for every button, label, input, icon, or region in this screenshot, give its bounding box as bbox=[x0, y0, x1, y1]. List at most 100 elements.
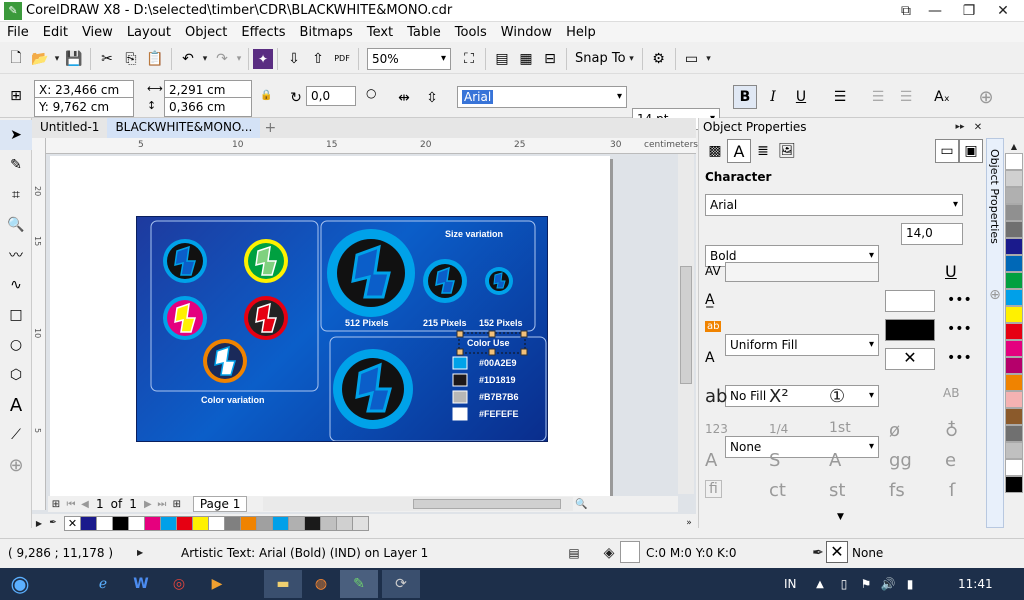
horizontal-scroll-thumb[interactable] bbox=[413, 499, 562, 509]
panel-close-icon[interactable]: ✕ bbox=[971, 120, 985, 134]
drawing-canvas-area[interactable]: 5 10 15 20 25 30 centimeters 20 15 10 5 bbox=[32, 138, 698, 528]
panel-font-size-field[interactable]: 14,0 bbox=[901, 223, 963, 245]
artistic-media-tool-icon[interactable]: ∿ bbox=[0, 270, 32, 300]
show-grid-icon[interactable]: ▦ bbox=[514, 47, 538, 71]
palette-swatch[interactable] bbox=[128, 515, 145, 531]
drop-cap-icon[interactable]: ☰ bbox=[894, 85, 918, 109]
edit-text-icon[interactable]: Aₓ bbox=[930, 85, 954, 109]
rotation-angle-field[interactable]: 0,0 bbox=[306, 86, 356, 106]
zoom-navigator-icon[interactable]: 🔍 bbox=[573, 497, 589, 511]
palette-scroll-left-icon[interactable]: ▶ bbox=[32, 516, 46, 530]
palette-swatch[interactable] bbox=[1005, 322, 1023, 340]
chrome-icon[interactable]: ◎ bbox=[160, 570, 198, 598]
vertical-scrollbar[interactable] bbox=[678, 154, 694, 494]
input-language[interactable]: IN bbox=[784, 577, 797, 591]
palette-swatch[interactable] bbox=[1005, 254, 1023, 272]
chevron-down-icon[interactable]: ▾ bbox=[626, 48, 638, 70]
kerning-field[interactable] bbox=[725, 262, 879, 282]
underline-icon[interactable]: U bbox=[789, 85, 813, 109]
word-icon[interactable]: W bbox=[122, 570, 160, 598]
text-fill-swatch[interactable] bbox=[885, 290, 935, 312]
mirror-vertical-icon[interactable]: ⇳ bbox=[420, 86, 444, 110]
palette-scroll-up-icon[interactable]: ▲ bbox=[1004, 141, 1024, 153]
palette-swatch[interactable] bbox=[336, 515, 353, 531]
docker-side-tab[interactable]: Object Properties ⊕ bbox=[986, 138, 1004, 528]
fractions-icon[interactable]: ab bbox=[705, 386, 727, 407]
palette-swatch[interactable] bbox=[1005, 305, 1023, 323]
palette-swatch[interactable] bbox=[112, 515, 129, 531]
chevron-down-icon[interactable]: ▾ bbox=[52, 48, 62, 70]
text-tool-icon[interactable]: A bbox=[0, 390, 32, 420]
palette-swatch[interactable] bbox=[1005, 288, 1023, 306]
zoom-tool-icon[interactable]: 🔍 bbox=[0, 210, 32, 240]
font-list-select[interactable]: Arial bbox=[457, 86, 627, 108]
add-icon[interactable]: ⊕ bbox=[974, 85, 998, 109]
palette-swatch[interactable]: ✕ bbox=[64, 515, 81, 531]
palette-swatch[interactable] bbox=[1005, 458, 1023, 476]
summary-tab-icon[interactable]: ▣ bbox=[959, 139, 983, 163]
more-options-icon[interactable]: ••• bbox=[947, 321, 972, 337]
ordinal-icon[interactable]: ① bbox=[829, 386, 845, 407]
full-screen-preview-icon[interactable]: ⛶ bbox=[457, 47, 481, 71]
outline-color-swatch[interactable]: ✕ bbox=[826, 541, 848, 563]
menu-file[interactable]: File bbox=[7, 25, 29, 40]
search-content-icon[interactable]: ✦ bbox=[253, 48, 273, 69]
palette-swatch[interactable] bbox=[320, 515, 337, 531]
zoom-level-select[interactable]: 50% bbox=[367, 47, 451, 70]
superscript-icon[interactable]: X² bbox=[769, 386, 789, 407]
fill-color-swatch[interactable] bbox=[620, 541, 640, 563]
save-icon[interactable]: 💾 bbox=[62, 47, 86, 71]
close-icon[interactable]: ✕ bbox=[986, 0, 1020, 22]
text-fill-select[interactable]: Uniform Fill bbox=[725, 334, 879, 356]
pick-tool-icon[interactable]: ➤ bbox=[0, 120, 32, 150]
connect-task-icon[interactable]: ⟳ bbox=[382, 570, 420, 598]
undo-icon[interactable]: ↶ bbox=[176, 47, 200, 71]
redo-icon[interactable]: ↷ bbox=[210, 47, 234, 71]
palette-swatch[interactable] bbox=[1005, 407, 1023, 425]
import-icon[interactable]: ⇩ bbox=[282, 47, 306, 71]
palette-swatch[interactable] bbox=[1005, 169, 1023, 187]
show-rulers-icon[interactable]: ▤ bbox=[490, 47, 514, 71]
show-guidelines-icon[interactable]: ⊟ bbox=[538, 47, 562, 71]
parallel-dimension-tool-icon[interactable]: ⟋ bbox=[0, 420, 32, 450]
object-frame-icon[interactable]: ▭ bbox=[935, 139, 959, 163]
chevron-down-icon[interactable]: ▾ bbox=[200, 48, 210, 70]
menu-window[interactable]: Window bbox=[501, 25, 552, 40]
restore-down-icon[interactable]: ⧉ bbox=[894, 0, 918, 22]
page-tab[interactable]: Page 1 bbox=[192, 496, 248, 512]
freehand-tool-icon[interactable]: 〰 bbox=[0, 240, 32, 270]
palette-swatch[interactable] bbox=[1005, 356, 1023, 374]
palette-swatch[interactable] bbox=[352, 515, 369, 531]
next-page-icon[interactable]: ▶ bbox=[141, 497, 155, 511]
eyedropper-icon[interactable]: ✒ bbox=[46, 516, 60, 530]
menu-text[interactable]: Text bbox=[367, 25, 393, 40]
bold-icon[interactable]: B bbox=[733, 85, 757, 109]
menu-edit[interactable]: Edit bbox=[43, 25, 68, 40]
flag-icon[interactable]: ⚑ bbox=[858, 573, 874, 595]
panel-expand-icon[interactable]: ▸▸ bbox=[953, 120, 967, 134]
add-page-after-icon[interactable]: ⊞ bbox=[169, 497, 185, 511]
palette-swatch[interactable] bbox=[224, 515, 241, 531]
options-gear-icon[interactable]: ⚙ bbox=[647, 47, 671, 71]
rectangle-tool-icon[interactable]: □ bbox=[0, 300, 32, 330]
last-page-icon[interactable]: ⏭ bbox=[155, 497, 169, 511]
palette-swatch[interactable] bbox=[96, 515, 113, 531]
vertical-scroll-thumb[interactable] bbox=[680, 266, 692, 384]
palette-swatch[interactable] bbox=[1005, 424, 1023, 442]
palette-swatch[interactable] bbox=[1005, 390, 1023, 408]
internet-explorer-icon[interactable]: ℯ bbox=[84, 570, 122, 598]
more-options-icon[interactable]: ••• bbox=[947, 292, 972, 308]
minimize-icon[interactable]: — bbox=[918, 0, 952, 22]
tray-expand-icon[interactable]: ▲ bbox=[812, 573, 828, 595]
palette-swatch[interactable] bbox=[1005, 475, 1023, 493]
new-document-icon[interactable]: 🗋 bbox=[4, 47, 28, 71]
clock-time[interactable]: 11:41 bbox=[958, 577, 993, 591]
character-tab-icon[interactable]: A bbox=[727, 139, 751, 163]
fill-tab-icon[interactable]: ▩ bbox=[703, 139, 727, 163]
media-player-icon[interactable]: ▶ bbox=[198, 570, 236, 598]
palette-swatch[interactable] bbox=[288, 515, 305, 531]
paste-icon[interactable]: 📋 bbox=[143, 47, 167, 71]
firefox-icon[interactable]: ◍ bbox=[302, 570, 340, 598]
background-fill-swatch[interactable] bbox=[885, 319, 935, 341]
palette-swatch[interactable] bbox=[80, 515, 97, 531]
